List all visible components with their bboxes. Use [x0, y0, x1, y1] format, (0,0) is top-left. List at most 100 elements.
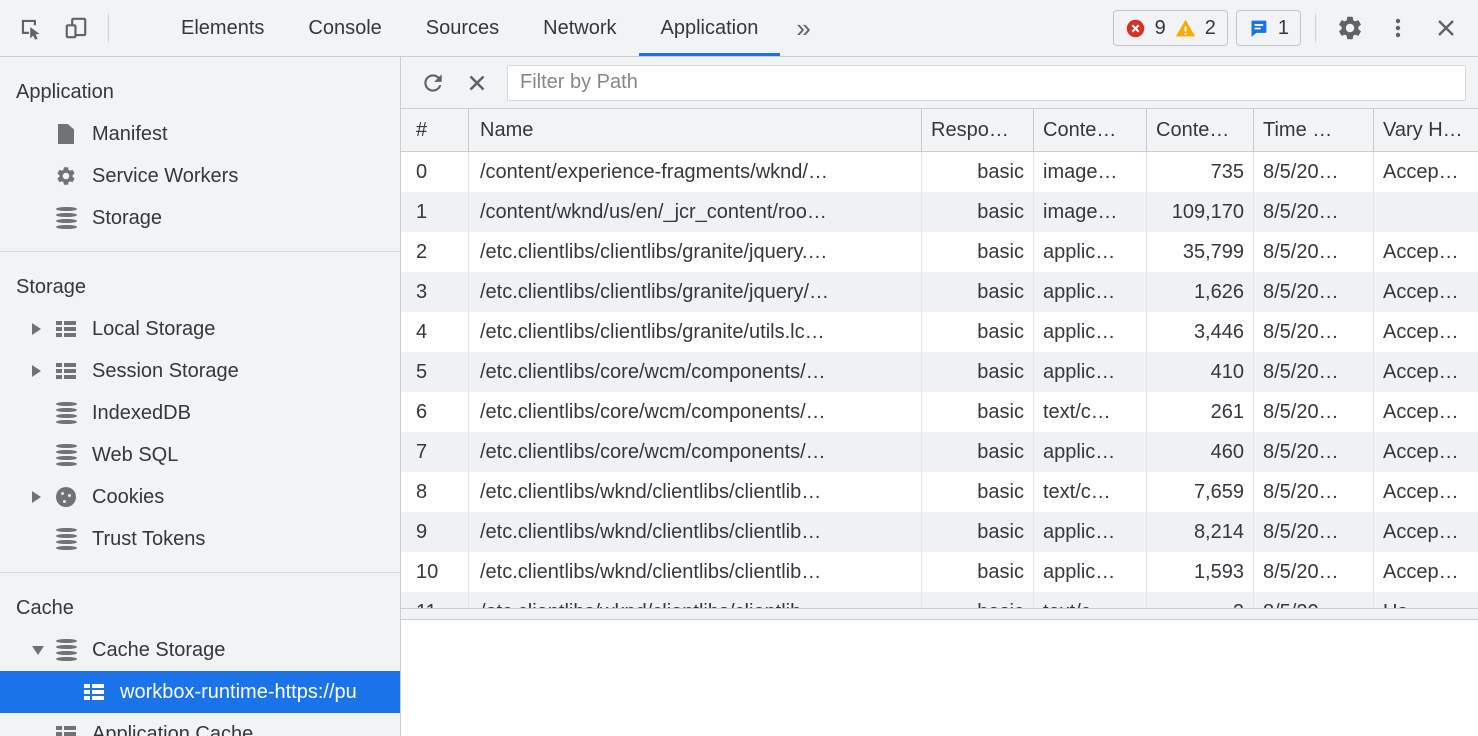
column-header[interactable]: # [401, 109, 468, 151]
sidebar-item-storage[interactable]: Storage [0, 197, 400, 239]
settings-gear-icon[interactable] [1330, 8, 1370, 48]
chevron-down-icon[interactable] [32, 646, 54, 655]
table-cell: 8/5/20… [1253, 192, 1373, 232]
table-row[interactable]: 8/etc.clientlibs/wknd/clientlibs/clientl… [401, 472, 1478, 512]
table-cell: /etc.clientlibs/core/wcm/components/… [468, 432, 921, 472]
table-cell: 10 [401, 552, 468, 592]
column-header[interactable]: Respo… [921, 109, 1033, 151]
table-cell: 410 [1146, 352, 1253, 392]
filter-by-path-input[interactable] [507, 65, 1466, 101]
table-cell: basic [921, 512, 1033, 552]
table-cell: 1,593 [1146, 552, 1253, 592]
table-row[interactable]: 11/etc.clientlibs/wknd/clientlibs/client… [401, 592, 1478, 608]
database-icon [54, 528, 78, 551]
sidebar-item-label: IndexedDB [92, 402, 191, 425]
sidebar-item-service-workers[interactable]: Service Workers [0, 155, 400, 197]
table-cell: basic [921, 552, 1033, 592]
column-header[interactable]: Vary H… [1373, 109, 1478, 151]
messages-badge[interactable]: 1 [1236, 10, 1301, 46]
toolbar-divider [108, 14, 109, 42]
database-icon [54, 402, 78, 425]
inspect-element-icon[interactable] [10, 8, 50, 48]
sidebar-item-application-cache[interactable]: Application Cache [0, 713, 400, 736]
table-cell: basic [921, 392, 1033, 432]
table-cell: basic [921, 152, 1033, 192]
toolbar-left-icons [0, 8, 125, 48]
chevron-right-icon[interactable] [32, 323, 54, 335]
filter-toolbar [401, 57, 1478, 109]
more-tabs-icon[interactable]: » [780, 0, 826, 56]
sidebar-item-cache-storage[interactable]: Cache Storage [0, 629, 400, 671]
close-devtools-icon[interactable] [1426, 8, 1466, 48]
table-row[interactable]: 6/etc.clientlibs/core/wcm/components/…ba… [401, 392, 1478, 432]
table-cell: Accep… [1373, 312, 1478, 352]
table-cell: applic… [1033, 432, 1146, 472]
chevron-right-icon[interactable] [32, 491, 54, 503]
table-cell: 8/5/20… [1253, 152, 1373, 192]
table-cell: Accep… [1373, 272, 1478, 312]
column-header[interactable]: Name [468, 109, 921, 151]
sidebar-item-label: Application Cache [92, 723, 253, 736]
table-row[interactable]: 7/etc.clientlibs/core/wcm/components/…ba… [401, 432, 1478, 472]
refresh-icon[interactable] [415, 65, 451, 101]
table-icon [54, 321, 78, 337]
sidebar-item-trust-tokens[interactable]: Trust Tokens [0, 518, 400, 560]
table-cell: text/c… [1033, 392, 1146, 432]
tab-console[interactable]: Console [286, 0, 403, 56]
message-icon [1248, 18, 1269, 39]
grid-body: 0/content/experience-fragments/wknd/…bas… [401, 152, 1478, 608]
table-icon [54, 363, 78, 379]
table-cell: 2 [401, 232, 468, 272]
table-icon [82, 684, 106, 700]
sidebar-section-storage: Storage Local Storage Session Storage In… [0, 252, 400, 573]
sidebar-item-workbox-runtime-cache[interactable]: workbox-runtime-https://pu [0, 671, 400, 713]
table-cell: 7 [401, 432, 468, 472]
table-cell: applic… [1033, 352, 1146, 392]
sidebar-item-local-storage[interactable]: Local Storage [0, 308, 400, 350]
sidebar-item-manifest[interactable]: Manifest [0, 113, 400, 155]
device-toolbar-icon[interactable] [56, 8, 96, 48]
table-row[interactable]: 0/content/experience-fragments/wknd/…bas… [401, 152, 1478, 192]
tab-application[interactable]: Application [639, 0, 781, 56]
table-cell: Accep… [1373, 392, 1478, 432]
sidebar-section-cache: Cache Cache Storage workbox-runtime-http… [0, 573, 400, 736]
table-cell: 8/5/20… [1253, 472, 1373, 512]
table-cell: 35,799 [1146, 232, 1253, 272]
tab-network[interactable]: Network [521, 0, 638, 56]
table-cell: 3,446 [1146, 312, 1253, 352]
table-row[interactable]: 4/etc.clientlibs/clientlibs/granite/util… [401, 312, 1478, 352]
sidebar-item-session-storage[interactable]: Session Storage [0, 350, 400, 392]
table-row[interactable]: 1/content/wknd/us/en/_jcr_content/roo…ba… [401, 192, 1478, 232]
table-cell: /etc.clientlibs/clientlibs/granite/jquer… [468, 272, 921, 312]
delete-selected-icon[interactable] [459, 65, 495, 101]
sidebar-item-cookies[interactable]: Cookies [0, 476, 400, 518]
table-cell: 1,626 [1146, 272, 1253, 312]
sidebar-item-label: Cache Storage [92, 639, 225, 662]
table-cell: 8/5/20… [1253, 512, 1373, 552]
section-title: Storage [0, 252, 400, 308]
table-row[interactable]: 2/etc.clientlibs/clientlibs/granite/jque… [401, 232, 1478, 272]
column-header[interactable]: Conte… [1146, 109, 1253, 151]
tab-sources[interactable]: Sources [404, 0, 521, 56]
table-row[interactable]: 3/etc.clientlibs/clientlibs/granite/jque… [401, 272, 1478, 312]
kebab-menu-icon[interactable] [1378, 8, 1418, 48]
message-count: 1 [1278, 17, 1289, 40]
content-area: Application Manifest Service Workers [0, 57, 1478, 736]
document-icon [54, 124, 78, 144]
issues-badge[interactable]: 9 2 [1113, 10, 1228, 46]
sidebar-item-web-sql[interactable]: Web SQL [0, 434, 400, 476]
table-cell: text/c… [1033, 592, 1146, 608]
table-cell: basic [921, 352, 1033, 392]
sidebar-item-indexeddb[interactable]: IndexedDB [0, 392, 400, 434]
table-row[interactable]: 10/etc.clientlibs/wknd/clientlibs/client… [401, 552, 1478, 592]
table-cell: 8/5/20… [1253, 592, 1373, 608]
preview-splitter[interactable] [401, 608, 1478, 620]
chevron-right-icon[interactable] [32, 365, 54, 377]
table-cell: 8,214 [1146, 512, 1253, 552]
table-row[interactable]: 5/etc.clientlibs/core/wcm/components/…ba… [401, 352, 1478, 392]
table-cell: basic [921, 192, 1033, 232]
table-row[interactable]: 9/etc.clientlibs/wknd/clientlibs/clientl… [401, 512, 1478, 552]
column-header[interactable]: Time … [1253, 109, 1373, 151]
tab-elements[interactable]: Elements [159, 0, 286, 56]
column-header[interactable]: Conte… [1033, 109, 1146, 151]
